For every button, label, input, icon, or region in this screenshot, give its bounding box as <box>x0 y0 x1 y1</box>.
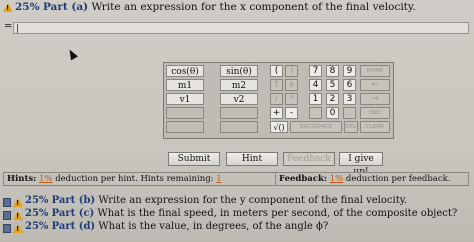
part-c-label: Part (c) <box>51 208 95 219</box>
clear-key[interactable]: CLEAR <box>360 121 390 133</box>
key-decimal[interactable]: . <box>343 107 356 119</box>
warning-icon <box>13 211 23 220</box>
feedback-label: Feedback: <box>279 174 327 184</box>
part-d-question: What is the value, in degrees, of the an… <box>98 221 329 232</box>
key-blank <box>309 107 322 119</box>
part-a-title: 25% Part (a) Write an expression for the… <box>15 1 416 13</box>
part-c-percent: 25% <box>25 208 49 219</box>
key-8[interactable]: 8 <box>326 65 339 77</box>
give-up-button[interactable]: I give up! <box>339 152 383 177</box>
key-4[interactable]: 4 <box>309 79 322 91</box>
key-caret[interactable]: ∧ <box>285 79 298 91</box>
left-arrow-key[interactable]: ← <box>360 79 390 91</box>
answer-row: = <box>0 21 474 35</box>
key-9[interactable]: 9 <box>343 65 356 77</box>
mouse-cursor-icon <box>66 47 78 61</box>
key-0[interactable]: 0 <box>326 107 339 119</box>
warning-icon <box>13 224 23 233</box>
symbol-empty <box>220 107 258 119</box>
part-a-label: Part (a) <box>42 1 89 13</box>
pencil-icon <box>3 224 11 233</box>
part-b-label: Part (b) <box>51 195 96 206</box>
key-open-paren[interactable]: ( <box>270 65 283 77</box>
symbol-m1[interactable]: m1 <box>166 79 204 91</box>
key-2[interactable]: 2 <box>326 93 339 105</box>
key-1[interactable]: 1 <box>309 93 322 105</box>
key-sqrt[interactable]: √() <box>270 121 288 133</box>
key-minus[interactable]: - <box>285 107 298 119</box>
submit-button[interactable]: Submit <box>168 152 220 166</box>
part-d-percent: 25% <box>25 221 49 232</box>
key-7[interactable]: 7 <box>309 65 322 77</box>
home-key[interactable]: HOME <box>360 65 390 77</box>
page: 25% Part (a) Write an expression for the… <box>0 0 474 242</box>
key-plus[interactable]: + <box>270 107 283 119</box>
backspace-key[interactable]: BACKSPACE <box>290 121 342 133</box>
hints-label: Hints: <box>7 174 37 184</box>
part-b-percent: 25% <box>25 195 49 206</box>
warning-icon <box>3 3 13 12</box>
feedback-info: Feedback: 1% deduction per feedback. <box>279 174 450 184</box>
key-5[interactable]: 5 <box>326 79 339 91</box>
hint-button[interactable]: Hint <box>226 152 278 166</box>
end-key[interactable]: END <box>360 107 390 119</box>
symbol-v1[interactable]: v1 <box>166 93 204 105</box>
part-d-label: Part (d) <box>51 221 96 232</box>
hints-text: deduction per hint. Hints remaining: <box>55 174 214 184</box>
warning-icon <box>13 198 23 207</box>
symbol-m2[interactable]: m2 <box>220 79 258 91</box>
symbol-sin-theta[interactable]: sin(θ) <box>220 65 258 77</box>
symbol-cos-theta[interactable]: cos(θ) <box>166 65 204 77</box>
part-b-question: Write an expression for the y component … <box>98 195 408 206</box>
key-close-paren[interactable]: ) <box>285 65 298 77</box>
part-a-percent: 25% <box>15 1 40 13</box>
key-multiply[interactable]: * <box>285 93 298 105</box>
pencil-icon <box>3 211 11 220</box>
key-divide[interactable]: / <box>270 93 283 105</box>
hints-feedback-bar: Hints: 1% deduction per hint. Hints rema… <box>3 172 469 186</box>
equals-label: = <box>4 21 13 32</box>
pencil-icon <box>3 198 11 207</box>
key-3[interactable]: 3 <box>343 93 356 105</box>
symbol-empty <box>166 121 204 133</box>
key-6[interactable]: 6 <box>343 79 356 91</box>
feedback-text: deduction per feedback. <box>345 174 451 184</box>
text-caret <box>17 24 18 33</box>
part-b-row[interactable]: 25% Part (b) Write an expression for the… <box>25 195 407 206</box>
part-d-row[interactable]: 25% Part (d) What is the value, in degre… <box>25 221 328 232</box>
feedback-deduction-percent: 1% <box>329 174 344 184</box>
right-arrow-key[interactable]: → <box>360 93 390 105</box>
feedback-button[interactable]: Feedback <box>283 152 335 166</box>
symbol-empty <box>166 107 204 119</box>
part-c-question: What is the final speed, in meters per s… <box>97 208 458 219</box>
input-palette: cos(θ) sin(θ) m1 m2 v1 v2 ( ) 7 8 9 HOME… <box>163 62 394 139</box>
hint-deduction-percent: 1% <box>39 174 53 184</box>
symbol-v2[interactable]: v2 <box>220 93 258 105</box>
part-c-row[interactable]: 25% Part (c) What is the final speed, in… <box>25 208 457 219</box>
hints-remaining: 1 <box>216 174 222 184</box>
symbol-empty <box>220 121 258 133</box>
divider <box>275 173 276 185</box>
part-a-question: Write an expression for the x component … <box>91 1 416 13</box>
hints-info: Hints: 1% deduction per hint. Hints rema… <box>7 174 222 184</box>
key-up-arrow[interactable]: ↑ <box>270 79 283 91</box>
answer-input[interactable] <box>13 22 469 34</box>
delete-key[interactable]: DEL <box>344 121 358 133</box>
